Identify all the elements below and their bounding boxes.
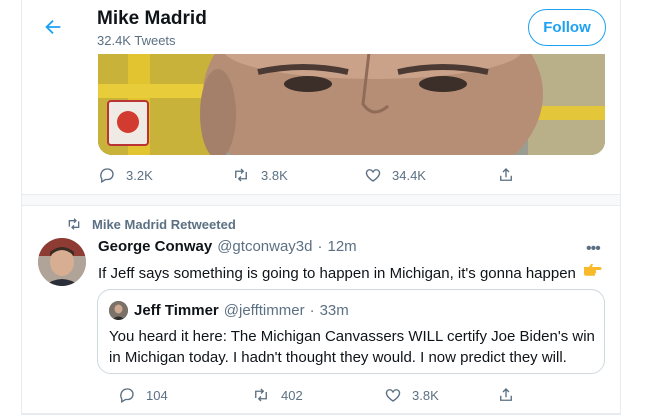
retweeted-by-text: Mike Madrid Retweeted — [92, 216, 236, 232]
photo-image — [98, 44, 605, 155]
retweet-icon — [68, 218, 80, 230]
tweet-author-line: George Conway @gtconway3d · 12m — [98, 238, 357, 255]
quote-text: You heard it here: The Michigan Canvasse… — [109, 328, 595, 366]
quote-author-line: Jeff Timmer @jefftimmer · 33m — [134, 302, 349, 319]
quote-time: 33m — [319, 302, 349, 319]
retweet-count: 402 — [281, 387, 303, 403]
retweet-icon — [235, 168, 247, 182]
like-count: 3.8K — [412, 387, 439, 403]
reply-button[interactable]: 104 — [118, 386, 251, 404]
tweet-text: If Jeff says something is going to happe… — [98, 262, 602, 282]
follow-button[interactable]: Follow — [528, 9, 606, 46]
profile-header: Mike Madrid 32.4K Tweets Follow — [22, 0, 620, 54]
like-icon — [365, 169, 381, 182]
divider — [22, 205, 620, 206]
back-arrow-icon — [45, 19, 61, 35]
tweet-count: 32.4K Tweets — [97, 33, 176, 48]
avatar[interactable] — [38, 238, 86, 286]
avatar-image — [38, 238, 86, 286]
reply-button[interactable]: 3.2K — [98, 166, 231, 184]
timeline-column: Mike Madrid 32.4K Tweets Follow 3.2K 3.8… — [21, 0, 621, 415]
separator-dot: · — [309, 302, 315, 319]
back-button[interactable] — [39, 13, 67, 41]
separator-dot: · — [317, 238, 323, 255]
quote-author-name: Jeff Timmer — [134, 302, 219, 319]
retweet-attribution[interactable]: Mike Madrid Retweeted — [66, 216, 236, 232]
retweet-button[interactable]: 402 — [251, 386, 384, 404]
section-gap — [22, 195, 620, 205]
tweet2-actions: 104 402 3.8K — [118, 386, 538, 404]
share-button[interactable] — [497, 166, 515, 184]
retweet-count: 3.8K — [261, 167, 288, 183]
share-icon — [500, 168, 512, 181]
tweet-body: If Jeff says something is going to happe… — [98, 265, 576, 282]
reply-count: 3.2K — [126, 167, 153, 183]
reply-icon — [100, 168, 114, 183]
quote-avatar — [109, 301, 128, 320]
like-icon — [385, 389, 401, 402]
more-button[interactable]: ••• — [586, 240, 601, 258]
share-button[interactable] — [497, 386, 515, 404]
tweet-time[interactable]: 12m — [327, 238, 356, 255]
like-button[interactable]: 3.8K — [384, 386, 497, 404]
tweet1-actions: 3.2K 3.8K 34.4K — [98, 166, 538, 184]
author-name[interactable]: George Conway — [98, 238, 212, 255]
quoted-tweet[interactable]: Jeff Timmer @jefftimmer · 33m You heard … — [97, 289, 605, 374]
reply-icon — [120, 388, 134, 403]
share-icon — [500, 388, 512, 401]
like-count: 34.4K — [392, 167, 426, 183]
retweet-icon — [255, 388, 267, 402]
author-handle[interactable]: @gtconway3d — [217, 238, 312, 255]
tweet-media-photo[interactable] — [98, 44, 605, 155]
retweet-button[interactable]: 3.8K — [231, 166, 364, 184]
reply-count: 104 — [146, 387, 168, 403]
like-button[interactable]: 34.4K — [364, 166, 497, 184]
profile-name: Mike Madrid — [97, 8, 207, 29]
more-icon: ••• — [586, 240, 601, 257]
pointing-right-emoji — [582, 262, 602, 282]
quote-author-handle: @jefftimmer — [223, 302, 305, 319]
